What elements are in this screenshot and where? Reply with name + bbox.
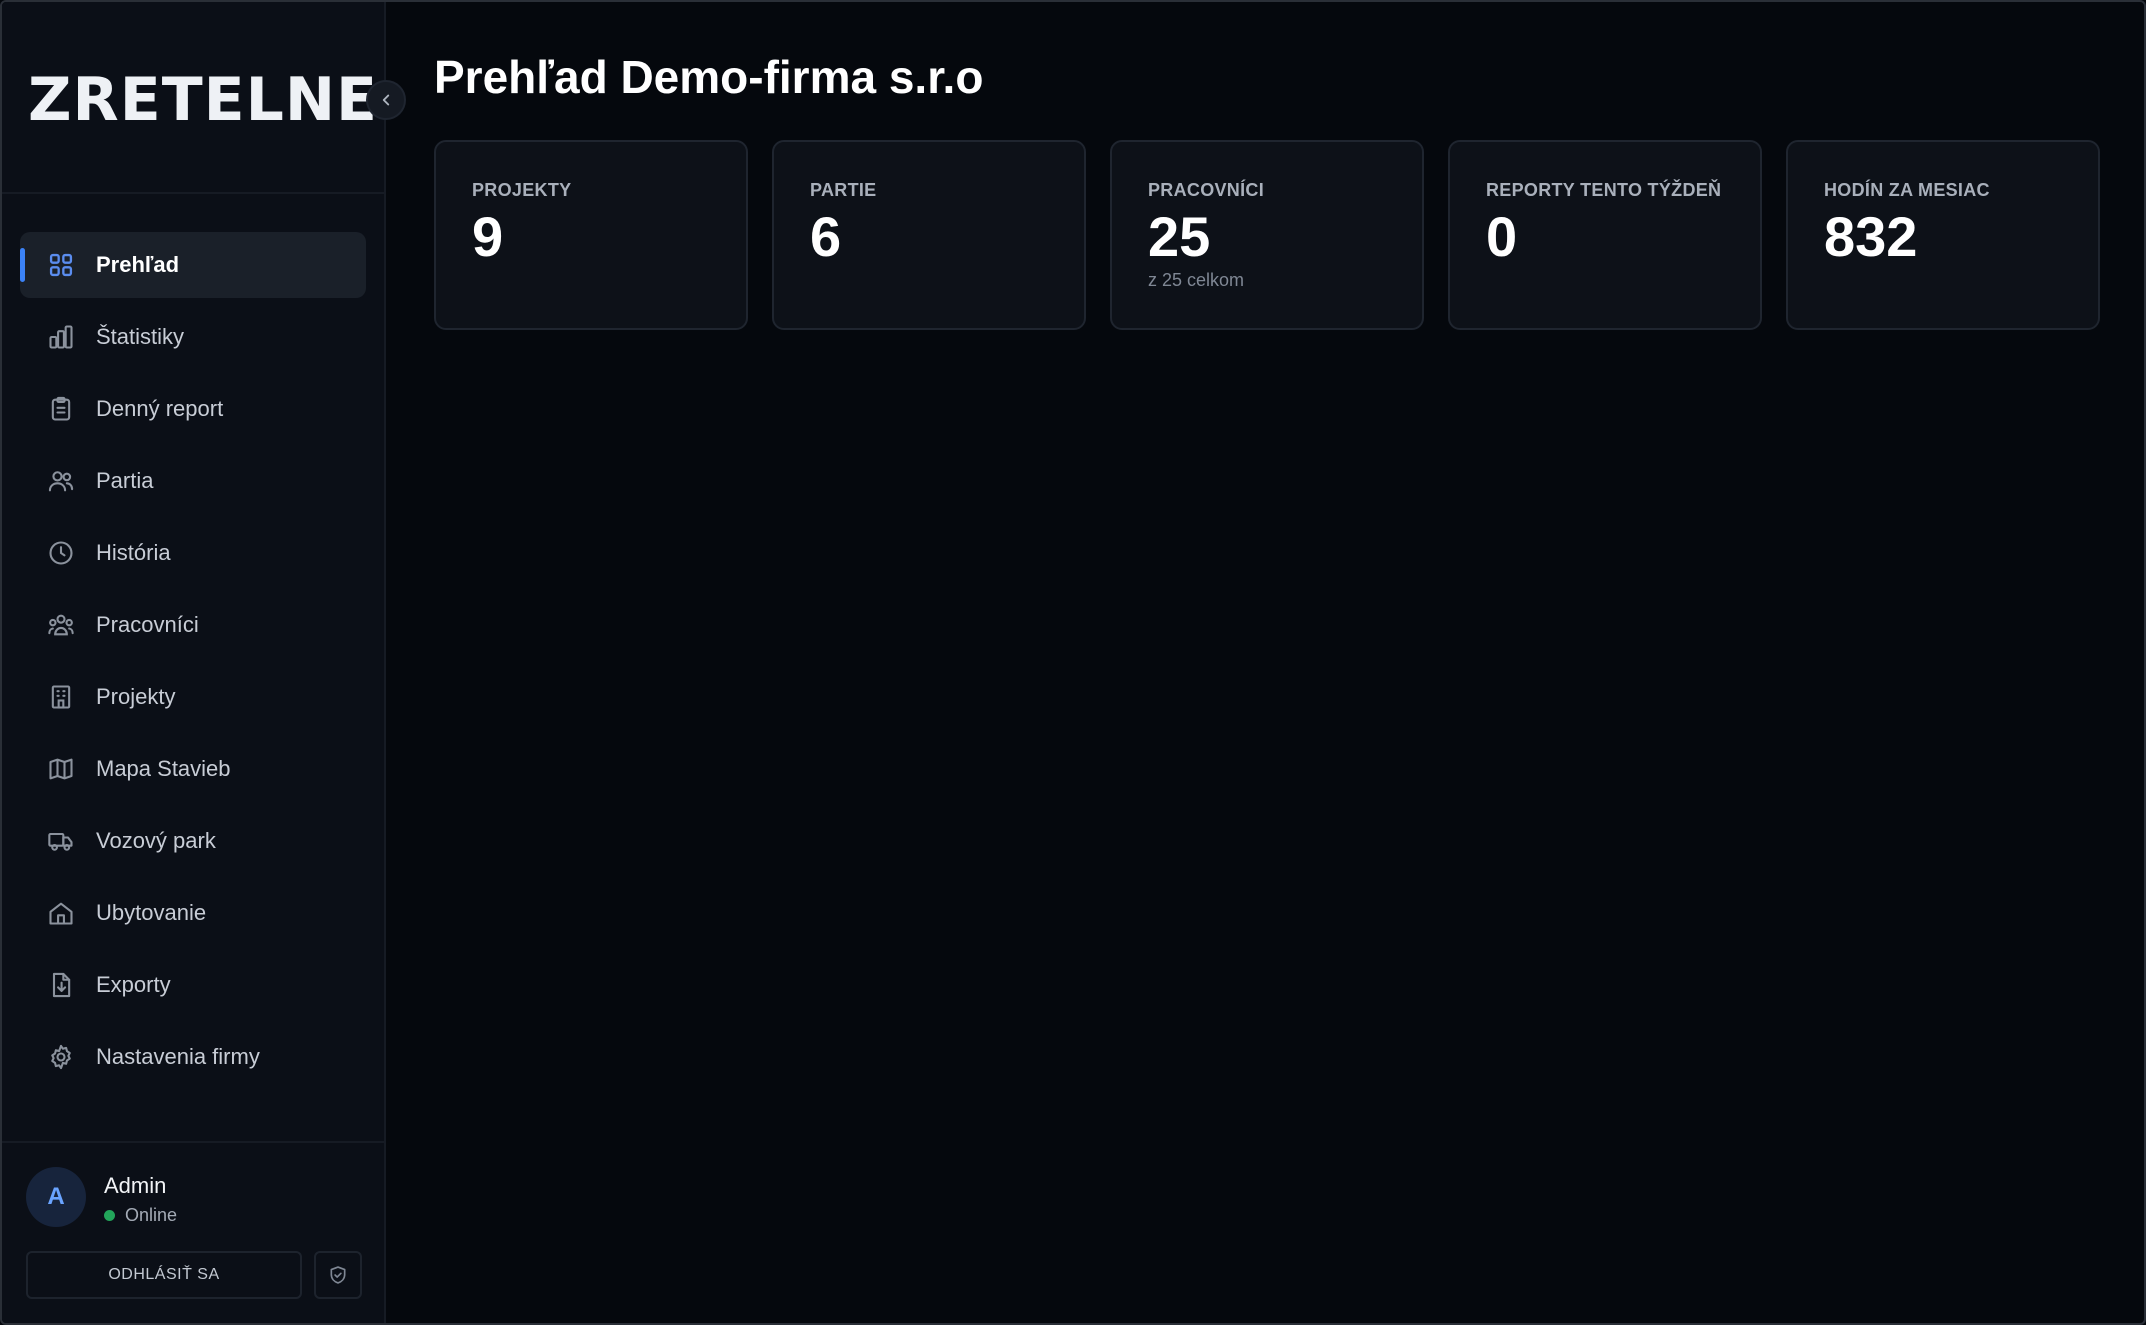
collapse-sidebar-button[interactable]	[366, 80, 406, 120]
main-content: Prehľad Demo-firma s.r.o PROJEKTY 9 PART…	[386, 2, 2144, 1323]
stat-card-partie: PARTIE 6	[772, 140, 1086, 330]
sidebar-item-mapa-stavieb[interactable]: Mapa Stavieb	[20, 736, 366, 802]
sidebar-item-label: Prehľad	[96, 252, 180, 277]
user-panel: A Admin Online ODHLÁSIŤ SA	[2, 1141, 384, 1323]
clock-icon	[46, 538, 76, 568]
map-icon	[46, 754, 76, 784]
security-button[interactable]	[314, 1251, 362, 1299]
stat-label: PRACOVNÍCI	[1148, 180, 1265, 200]
app-window: ZRETELNE Prehľad Štatistiky Denný report…	[0, 0, 2146, 1325]
user-status: Online	[104, 1205, 177, 1226]
stat-value: 0	[1486, 205, 1518, 268]
stat-value: 6	[810, 205, 842, 268]
sidebar-item-prehlad[interactable]: Prehľad	[20, 232, 366, 298]
sidebar-item-partia[interactable]: Partia	[20, 448, 366, 514]
sidebar: ZRETELNE Prehľad Štatistiky Denný report…	[2, 2, 406, 1323]
shield-icon	[330, 1266, 346, 1284]
sidebar-item-label: Exporty	[96, 972, 171, 997]
stat-value: 25	[1148, 205, 1211, 268]
sidebar-item-exporty[interactable]: Exporty	[20, 952, 366, 1018]
gear-icon	[46, 1042, 76, 1072]
stat-card-reporty: REPORTY TENTO TÝŽDEŇ 0	[1448, 140, 1762, 330]
building-icon	[46, 682, 76, 712]
sidebar-item-label: Nastavenia firmy	[96, 1044, 260, 1069]
sidebar-item-vozovy-park[interactable]: Vozový park	[20, 808, 366, 874]
users-icon	[46, 466, 76, 496]
logout-button[interactable]: ODHLÁSIŤ SA	[26, 1251, 302, 1299]
sidebar-item-historia[interactable]: História	[20, 520, 366, 586]
logo-area: ZRETELNE	[2, 2, 384, 194]
user-status-text: Online	[125, 1205, 178, 1225]
bar-chart-icon	[46, 322, 76, 352]
sidebar-item-label: Vozový park	[96, 828, 216, 853]
truck-icon	[46, 826, 76, 856]
sidebar-item-label: História	[96, 540, 171, 565]
sidebar-item-ubytovanie[interactable]: Ubytovanie	[20, 880, 366, 946]
sidebar-item-projekty[interactable]: Projekty	[20, 664, 366, 730]
team-icon	[46, 610, 76, 640]
sidebar-item-label: Ubytovanie	[96, 900, 207, 925]
stat-label: PARTIE	[810, 180, 877, 200]
stat-value: 832	[1824, 205, 1918, 268]
sidebar-item-label: Projekty	[96, 684, 176, 709]
sidebar-item-label: Pracovníci	[96, 612, 199, 637]
sidebar-item-pracovnici[interactable]: Pracovníci	[20, 592, 366, 658]
sidebar-item-label: Mapa Stavieb	[96, 756, 231, 781]
sidebar-item-label: Partia	[96, 468, 154, 493]
avatar[interactable]: A	[26, 1167, 86, 1227]
file-download-icon	[46, 970, 76, 1000]
logo: ZRETELNE	[28, 65, 379, 135]
chevron-left-icon	[382, 94, 390, 106]
sidebar-nav: Prehľad Štatistiky Denný report Partia H…	[2, 232, 384, 1096]
stat-card-pracovnici: PRACOVNÍCI 25 z 25 celkom	[1110, 140, 1424, 330]
stat-label: REPORTY TENTO TÝŽDEŇ	[1486, 180, 1722, 200]
clipboard-icon	[46, 394, 76, 424]
home-icon	[46, 898, 76, 928]
stat-card-projekty: PROJEKTY 9	[434, 140, 748, 330]
stat-value: 9	[472, 205, 504, 268]
status-dot-icon	[104, 1210, 115, 1221]
sidebar-item-label: Štatistiky	[96, 324, 185, 349]
stat-card-hodin: HODÍN ZA MESIAC 832	[1786, 140, 2100, 330]
sidebar-item-denny-report[interactable]: Denný report	[20, 376, 366, 442]
page-title: Prehľad Demo-firma s.r.o	[434, 51, 984, 103]
stats-cards: PROJEKTY 9 PARTIE 6 PRACOVNÍCI 25 z 25 c…	[434, 140, 2100, 330]
stat-label: HODÍN ZA MESIAC	[1824, 180, 1990, 200]
stat-subtext: z 25 celkom	[1148, 270, 1245, 290]
sidebar-item-statistiky[interactable]: Štatistiky	[20, 304, 366, 370]
grid-icon	[46, 250, 76, 280]
sidebar-item-label: Denný report	[96, 396, 224, 421]
sidebar-item-nastavenia-firmy[interactable]: Nastavenia firmy	[20, 1024, 366, 1090]
user-name: Admin	[104, 1173, 167, 1198]
stat-label: PROJEKTY	[472, 180, 572, 200]
